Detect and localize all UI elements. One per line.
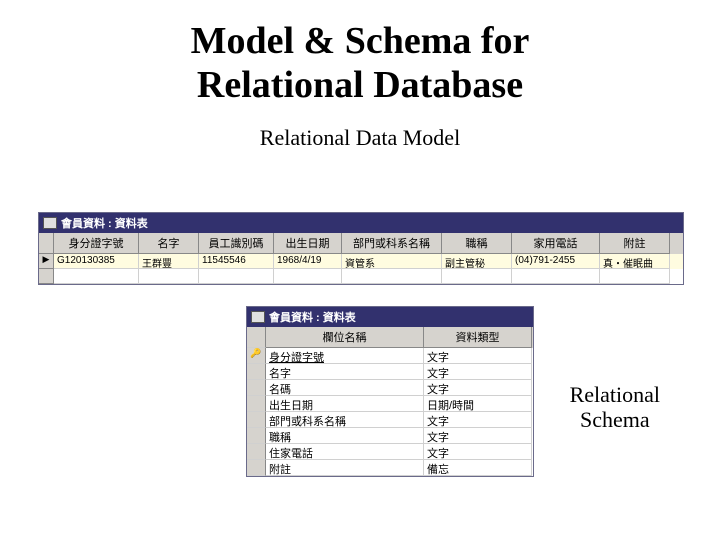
row-selector-header [247, 327, 266, 348]
field-type-cell[interactable]: 文字 [424, 412, 532, 428]
row-selector[interactable] [247, 412, 266, 428]
field-name-cell[interactable]: 出生日期 [266, 396, 424, 412]
field-type-cell[interactable]: 文字 [424, 348, 532, 364]
field-row[interactable]: 名碼 文字 [247, 380, 533, 396]
design-header-row: 欄位名稱 資料類型 [247, 327, 533, 348]
cell[interactable] [512, 269, 600, 284]
field-type-cell[interactable]: 備忘 [424, 460, 532, 476]
col-header[interactable]: 名字 [139, 233, 199, 254]
col-header-datatype[interactable]: 資料類型 [424, 327, 532, 348]
row-selector[interactable] [39, 269, 54, 284]
col-header[interactable]: 員工識別碼 [199, 233, 274, 254]
field-type-cell[interactable]: 文字 [424, 444, 532, 460]
field-name-cell[interactable]: 附註 [266, 460, 424, 476]
field-name-cell[interactable]: 職稱 [266, 428, 424, 444]
row-selector[interactable] [247, 396, 266, 412]
table-row[interactable]: ▶ G120130385 王群豐 11545546 1968/4/19 資管系 … [39, 254, 683, 269]
cell[interactable] [54, 269, 139, 284]
cell[interactable]: (04)791-2455 [512, 254, 600, 269]
row-selector[interactable] [247, 428, 266, 444]
schema-label: Relational Schema [570, 382, 660, 433]
table-row-empty[interactable] [39, 269, 683, 284]
schema-label-line2: Schema [570, 407, 660, 432]
field-name-cell[interactable]: 部門或科系名稱 [266, 412, 424, 428]
row-selector[interactable] [247, 460, 266, 476]
cell[interactable] [442, 269, 512, 284]
cell[interactable]: 資管系 [342, 254, 442, 269]
row-selector[interactable]: ▶ [39, 254, 54, 269]
slide-title: Model & Schema for Relational Database [0, 20, 720, 107]
table-icon [43, 217, 57, 229]
cell[interactable]: 副主管秘 [442, 254, 512, 269]
field-type-cell[interactable]: 文字 [424, 364, 532, 380]
col-header[interactable]: 身分證字號 [54, 233, 139, 254]
title-line1: Model & Schema for [0, 20, 720, 64]
field-name-cell[interactable]: 名碼 [266, 380, 424, 396]
field-name-cell[interactable]: 名字 [266, 364, 424, 380]
field-row[interactable]: 附註 備忘 [247, 460, 533, 476]
cell[interactable]: G120130385 [54, 254, 139, 269]
cell[interactable]: 11545546 [199, 254, 274, 269]
schema-label-line1: Relational [570, 382, 660, 407]
design-title-text: 會員資料 : 資料表 [269, 309, 356, 325]
field-row[interactable]: 住家電話 文字 [247, 444, 533, 460]
col-header-fieldname[interactable]: 欄位名稱 [266, 327, 424, 348]
datasheet-header-row: 身分證字號 名字 員工識別碼 出生日期 部門或科系名稱 職稱 家用電話 附註 [39, 233, 683, 254]
design-titlebar: 會員資料 : 資料表 [247, 307, 533, 327]
datasheet-title-text: 會員資料 : 資料表 [61, 215, 148, 231]
field-row[interactable]: 部門或科系名稱 文字 [247, 412, 533, 428]
col-header[interactable]: 部門或科系名稱 [342, 233, 442, 254]
datasheet-window: 會員資料 : 資料表 身分證字號 名字 員工識別碼 出生日期 部門或科系名稱 職… [38, 212, 684, 285]
row-selector-header [39, 233, 54, 254]
col-header[interactable]: 職稱 [442, 233, 512, 254]
field-name-cell[interactable]: 住家電話 [266, 444, 424, 460]
field-row[interactable]: 出生日期 日期/時間 [247, 396, 533, 412]
row-selector[interactable]: 🔑 [247, 348, 266, 364]
cell[interactable] [274, 269, 342, 284]
col-header[interactable]: 出生日期 [274, 233, 342, 254]
field-row[interactable]: 名字 文字 [247, 364, 533, 380]
col-header[interactable]: 附註 [600, 233, 670, 254]
cell[interactable] [199, 269, 274, 284]
row-selector[interactable] [247, 444, 266, 460]
datasheet-titlebar: 會員資料 : 資料表 [39, 213, 683, 233]
field-row[interactable]: 🔑 身分證字號 文字 [247, 348, 533, 364]
cell[interactable] [342, 269, 442, 284]
cell[interactable] [600, 269, 670, 284]
row-selector[interactable] [247, 364, 266, 380]
cell[interactable]: 1968/4/19 [274, 254, 342, 269]
primary-key-icon: 🔑 [250, 348, 261, 358]
table-icon [251, 311, 265, 323]
field-type-cell[interactable]: 日期/時間 [424, 396, 532, 412]
cell[interactable]: 真‧催眠曲 [600, 254, 670, 269]
cell[interactable] [139, 269, 199, 284]
subtitle: Relational Data Model [0, 125, 720, 151]
field-row[interactable]: 職稱 文字 [247, 428, 533, 444]
col-header[interactable]: 家用電話 [512, 233, 600, 254]
cell[interactable]: 王群豐 [139, 254, 199, 269]
field-name-cell[interactable]: 身分證字號 [266, 348, 424, 364]
design-window: 會員資料 : 資料表 欄位名稱 資料類型 🔑 身分證字號 文字 名字 文字 名碼… [246, 306, 534, 477]
field-type-cell[interactable]: 文字 [424, 380, 532, 396]
title-line2: Relational Database [0, 64, 720, 108]
row-selector[interactable] [247, 380, 266, 396]
field-type-cell[interactable]: 文字 [424, 428, 532, 444]
